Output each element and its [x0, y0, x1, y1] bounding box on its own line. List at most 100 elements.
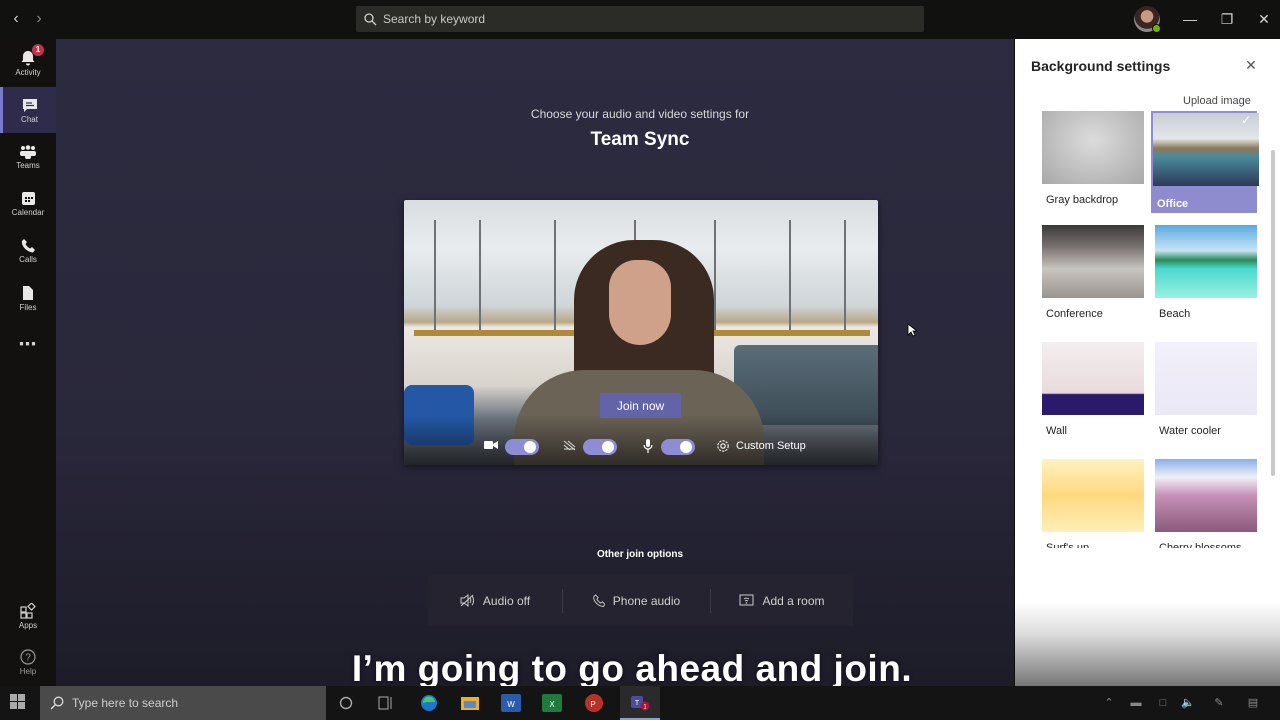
task-view-button[interactable]	[374, 691, 398, 715]
start-button[interactable]	[10, 694, 28, 712]
custom-setup-button[interactable]: Custom Setup	[716, 439, 806, 453]
phone-icon	[21, 239, 35, 253]
presence-available-icon	[1152, 24, 1161, 33]
teams-icon	[20, 144, 36, 159]
background-option-conference[interactable]: Conference	[1042, 225, 1148, 327]
taskbar-file-explorer[interactable]	[458, 691, 482, 715]
windows-logo-icon	[10, 694, 25, 709]
cast-room-icon	[739, 594, 754, 606]
taskbar-powerpoint[interactable]: P	[582, 691, 606, 715]
rail-item-calls[interactable]: Calls	[0, 228, 56, 274]
cortana-button[interactable]	[334, 691, 358, 715]
close-window-button[interactable]: ✕	[1252, 8, 1276, 30]
word-icon: W	[501, 694, 521, 712]
add-a-room-option[interactable]: Add a room	[711, 575, 853, 626]
taskbar-word[interactable]: W	[499, 691, 523, 715]
mouse-pointer	[907, 323, 919, 342]
microphone-icon	[643, 439, 653, 453]
phone-audio-option[interactable]: Phone audio	[563, 575, 710, 626]
rail-item-teams[interactable]: Teams	[0, 134, 56, 180]
toggle-knob	[602, 441, 614, 453]
taskbar-edge[interactable]	[417, 691, 441, 715]
rail-label: Calendar	[11, 208, 45, 217]
rail-item-activity[interactable]: Activity 1	[0, 40, 56, 86]
taskbar-search-input[interactable]: Type here to search	[40, 686, 326, 720]
rail-item-more[interactable]: ⋯	[0, 321, 56, 367]
close-icon: ✕	[1245, 57, 1257, 73]
file-icon	[23, 285, 33, 300]
minimize-button[interactable]: —	[1178, 8, 1202, 30]
background-option-office[interactable]: ✓ Office	[1151, 111, 1259, 213]
join-now-button[interactable]: Join now	[600, 393, 681, 418]
close-icon: ✕	[1258, 11, 1270, 27]
pen-icon[interactable]: ✎	[1211, 695, 1227, 711]
panel-title: Background settings	[1031, 58, 1171, 74]
forward-button[interactable]: ›	[30, 10, 48, 28]
notifications-icon[interactable]: ▤	[1245, 695, 1261, 711]
taskbar-excel[interactable]: X	[540, 691, 564, 715]
back-button[interactable]: ‹	[7, 10, 25, 28]
background-name: Water cooler	[1159, 425, 1221, 437]
audio-off-option[interactable]: Audio off	[428, 575, 562, 626]
notification-badge: 1	[32, 44, 44, 56]
taskbar-search-placeholder: Type here to search	[72, 696, 179, 710]
network-icon[interactable]: □	[1155, 695, 1171, 711]
teams-app-icon: T1	[631, 696, 650, 711]
search-input[interactable]: Search by keyword	[356, 6, 924, 32]
calendar-icon	[21, 192, 35, 205]
rail-label: Apps	[18, 620, 38, 630]
rail-item-chat[interactable]: Chat	[0, 87, 56, 133]
volume-icon[interactable]: 🔈	[1180, 695, 1196, 711]
rail-label: Chat	[21, 114, 38, 124]
background-option-water-cooler[interactable]: Water cooler	[1155, 342, 1261, 444]
close-panel-button[interactable]: ✕	[1244, 58, 1258, 72]
chevron-right-icon: ›	[36, 10, 42, 27]
background-option-surfs-up[interactable]: Surf's up	[1042, 459, 1148, 561]
toggle-knob	[680, 441, 692, 453]
camera-icon	[484, 440, 498, 450]
gear-icon	[717, 440, 729, 452]
checkmark-icon: ✓	[1240, 113, 1251, 127]
folder-icon	[461, 697, 479, 710]
rail-item-files[interactable]: Files	[0, 275, 56, 321]
rail-label: Calls	[19, 255, 37, 264]
svg-text:W: W	[507, 700, 515, 709]
upload-image-link[interactable]: Upload image	[1183, 95, 1251, 107]
rail-label: Teams	[16, 160, 40, 170]
powerpoint-icon: P	[585, 694, 603, 712]
search-placeholder: Search by keyword	[383, 12, 486, 26]
panel-scrollbar[interactable]	[1271, 150, 1275, 476]
rail-item-calendar[interactable]: Calendar	[0, 181, 56, 227]
apps-icon	[20, 602, 36, 619]
taskbar-teams[interactable]: T1	[620, 686, 660, 720]
rail-label: Activity	[15, 67, 41, 77]
phone-audio-label: Phone audio	[612, 593, 681, 608]
background-name: Conference	[1046, 308, 1103, 320]
background-name: Wall	[1046, 425, 1067, 437]
show-hidden-icons-button[interactable]: ⌃	[1101, 695, 1117, 711]
background-option-gray-backdrop[interactable]: Gray backdrop	[1042, 111, 1148, 213]
camera-toggle[interactable]	[505, 439, 539, 455]
rail-item-apps[interactable]: Apps	[0, 593, 56, 639]
svg-text:X: X	[549, 700, 555, 709]
video-caption: I’m going to go ahead and join.	[351, 648, 913, 689]
other-join-options: Audio off Phone audio Add a room	[428, 575, 853, 626]
background-option-wall[interactable]: Wall	[1042, 342, 1148, 444]
background-name: Beach	[1159, 308, 1191, 320]
more-icon: ⋯	[18, 333, 38, 354]
maximize-button[interactable]: ❐	[1215, 8, 1239, 30]
background-blur-toggle[interactable]	[583, 439, 617, 455]
cortana-icon	[339, 696, 353, 710]
title-bar: ‹ › Search by keyword — ❐ ✕	[0, 0, 1280, 39]
edge-icon	[421, 695, 437, 711]
audio-off-label: Audio off	[482, 593, 531, 608]
phone-icon	[593, 594, 605, 607]
toggle-knob	[524, 441, 536, 453]
battery-icon[interactable]: ▬	[1128, 695, 1144, 711]
custom-setup-label: Custom Setup	[736, 440, 806, 452]
background-option-beach[interactable]: Beach	[1155, 225, 1261, 327]
microphone-toggle[interactable]	[661, 439, 695, 455]
background-option-cherry-blossoms[interactable]: Cherry blossoms	[1155, 459, 1261, 561]
search-icon	[364, 12, 377, 25]
chevron-left-icon: ‹	[13, 10, 19, 27]
